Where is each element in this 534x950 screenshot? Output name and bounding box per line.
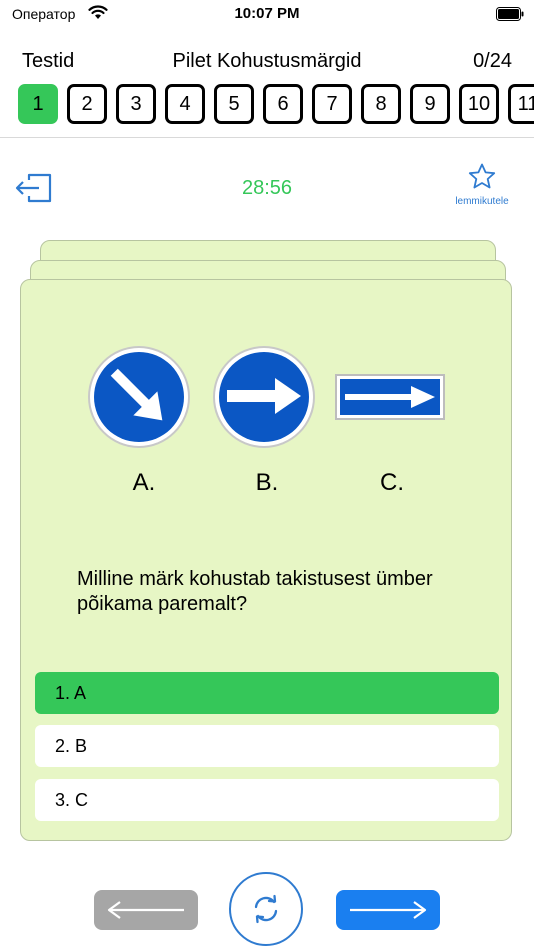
status-time: 10:07 PM (234, 5, 300, 22)
pager-item-2[interactable]: 2 (67, 84, 107, 124)
progress-count: 0/24 (473, 50, 512, 72)
pager-item-7[interactable]: 7 (312, 84, 352, 124)
pager-item-9[interactable]: 9 (410, 84, 450, 124)
favorite-label: lemmikutele (455, 196, 509, 207)
header-divider (0, 137, 534, 138)
pager-item-1[interactable]: 1 (18, 84, 58, 124)
pager-item-5[interactable]: 5 (214, 84, 254, 124)
star-icon (468, 163, 496, 189)
nav-header: Testid Pilet Kohustusmärgid 0/24 (0, 46, 534, 76)
favorite-button[interactable]: lemmikutele (444, 162, 520, 207)
pager-item-8[interactable]: 8 (361, 84, 401, 124)
pager-item-11[interactable]: 11 (508, 84, 534, 124)
battery-icon (496, 7, 524, 21)
pager-item-3[interactable]: 3 (116, 84, 156, 124)
option-a-label: A. (132, 469, 156, 496)
arrow-left-icon (107, 901, 184, 919)
page-title: Pilet Kohustusmärgid (172, 50, 362, 72)
sign-a-keep-right-icon (88, 346, 190, 448)
question-text: Milline märk kohustab takistusest ümber … (77, 568, 433, 615)
refresh-button[interactable] (229, 872, 303, 946)
option-c-label: C. (380, 469, 404, 496)
answer-option-2[interactable]: 2. B (35, 725, 499, 767)
pager-item-10[interactable]: 10 (459, 84, 499, 124)
next-button[interactable] (336, 890, 440, 930)
pager-item-4[interactable]: 4 (165, 84, 205, 124)
answer-option-1[interactable]: 1. A (35, 672, 499, 714)
refresh-icon (254, 894, 278, 924)
question-pager: 1 2 3 4 5 6 7 8 9 10 11 (18, 84, 534, 126)
option-b-label: B. (255, 469, 279, 496)
sign-b-turn-right-icon (213, 346, 315, 448)
status-bar: Оператор 10:07 PM (0, 0, 534, 30)
sign-c-one-way-icon (335, 374, 445, 420)
pager-item-6[interactable]: 6 (263, 84, 303, 124)
answer-option-3[interactable]: 3. C (35, 779, 499, 821)
arrow-right-icon (350, 901, 427, 919)
previous-button[interactable] (94, 890, 198, 930)
